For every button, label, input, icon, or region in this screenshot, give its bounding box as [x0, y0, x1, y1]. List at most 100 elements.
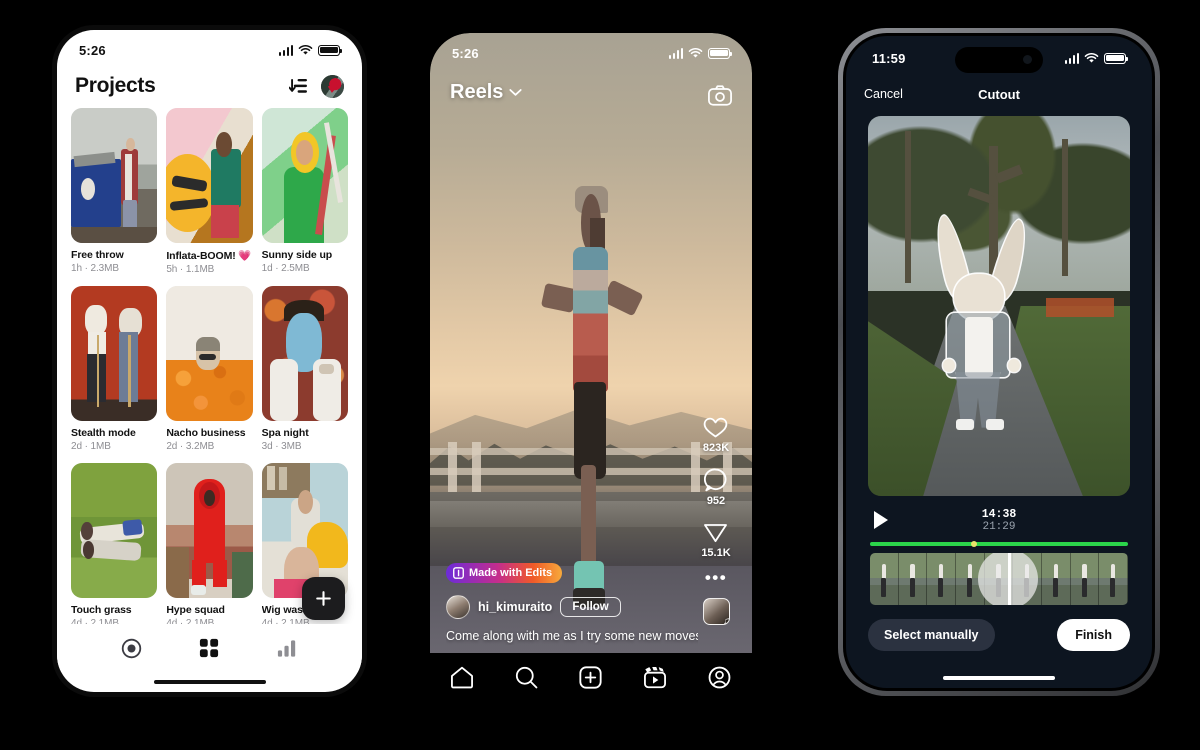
camera-button[interactable]	[708, 85, 732, 111]
status-badge[interactable]: Made with Edits	[446, 563, 563, 584]
project-meta: 1h · 2.3MB	[71, 263, 119, 274]
projects-grid: Free throw 1h · 2.3MB Inflata-BOOM! 💗 5h…	[57, 108, 362, 640]
record-circle-icon	[122, 638, 142, 658]
status-time: 5:26	[79, 42, 106, 58]
avatar[interactable]	[446, 595, 470, 620]
project-meta: 2d · 3.2MB	[166, 441, 215, 452]
project-meta: 3d · 3MB	[261, 441, 302, 452]
status-time: 11:59	[872, 50, 906, 66]
project-card[interactable]: Free throw 1h · 2.3MB	[71, 108, 158, 275]
sort-filter-icon[interactable]	[289, 78, 308, 95]
project-thumbnail[interactable]	[261, 108, 348, 243]
chevron-down-icon	[509, 89, 522, 96]
phone-cutout: 11:59 Cancel Cutout 14:38 21:29 Select m…	[838, 28, 1160, 696]
finish-button[interactable]: Finish	[1057, 619, 1130, 651]
reels-title-dropdown[interactable]: Reels	[450, 81, 522, 104]
instagram-tabbar	[430, 653, 752, 711]
comment-button[interactable]: 952	[704, 468, 728, 507]
project-thumbnail[interactable]	[71, 463, 158, 598]
project-name: Inflata-BOOM! 💗	[166, 250, 252, 262]
tab-profile[interactable]	[700, 662, 740, 692]
project-thumbnail[interactable]	[71, 108, 158, 243]
project-thumbnail[interactable]	[166, 463, 253, 598]
follow-button[interactable]: Follow	[560, 597, 621, 618]
project-thumbnail[interactable]	[71, 286, 158, 421]
dynamic-island	[955, 47, 1043, 73]
header-actions	[289, 74, 344, 98]
send-icon	[704, 524, 728, 543]
plus-icon	[316, 591, 331, 606]
timeline-filmstrip[interactable]	[870, 553, 1128, 605]
username[interactable]: hi_kimuraito	[478, 600, 552, 614]
projects-header: Projects	[57, 70, 362, 108]
profile-avatar[interactable]	[321, 74, 344, 98]
reel-info: Made with Edits hi_kimuraito Follow Come…	[446, 563, 698, 645]
project-thumbnail[interactable]	[166, 286, 253, 421]
total-time: 21:29	[982, 520, 1016, 533]
project-meta: 1d · 2.5MB	[261, 263, 310, 274]
tab-home[interactable]	[442, 662, 482, 692]
music-note-icon: ♫	[723, 616, 729, 624]
project-card[interactable]: Inflata-BOOM! 💗 5h · 1.1MB	[166, 108, 253, 275]
tab-search[interactable]	[507, 662, 547, 692]
project-name: Nacho business	[166, 427, 246, 439]
cellular-bars-icon	[668, 47, 683, 59]
tab-projects[interactable]	[191, 633, 227, 663]
tab-reels[interactable]	[635, 662, 675, 692]
phone-reels: 5:26 Reels 823K 952 15.1K ••• Made with …	[430, 33, 752, 711]
reels-screen: 5:26 Reels 823K 952 15.1K ••• Made with …	[430, 33, 752, 711]
home-indicator	[153, 679, 266, 684]
project-name: Hype squad	[166, 604, 225, 616]
progress-bar[interactable]	[870, 541, 1128, 547]
like-button[interactable]: 823K	[703, 416, 729, 454]
bunny-cutout-selection[interactable]	[930, 213, 1033, 430]
add-project-button[interactable]	[302, 577, 345, 620]
tab-create[interactable]	[571, 662, 611, 692]
time-readout: 14:38 21:29	[846, 508, 1152, 533]
project-name: Stealth mode	[71, 427, 136, 439]
cellular-bars-icon	[1064, 52, 1079, 64]
share-button[interactable]: 15.1K	[701, 521, 731, 559]
page-title: Projects	[75, 74, 156, 97]
more-dots-icon[interactable]: •••	[705, 569, 727, 586]
projects-tabbar	[57, 624, 362, 672]
project-card[interactable]: Spa night 3d · 3MB	[261, 286, 348, 452]
projects-screen: 5:26 Projects Free throw 1h · 2.3MB Infl…	[57, 30, 362, 692]
reel-action-rail: 823K 952 15.1K ••• ♫	[694, 416, 738, 625]
cutout-preview[interactable]	[868, 116, 1130, 496]
battery-icon	[1104, 52, 1129, 64]
page-title: Cutout	[978, 86, 1020, 102]
comment-count: 952	[706, 495, 726, 507]
tab-insights[interactable]	[269, 633, 305, 663]
audio-thumbnail[interactable]: ♫	[702, 598, 730, 625]
create-plus-icon	[579, 665, 603, 689]
account-circle-icon	[708, 666, 731, 688]
bar-chart-icon	[278, 639, 296, 657]
battery-icon	[708, 47, 733, 59]
project-thumbnail[interactable]	[166, 108, 253, 243]
project-meta: 2d · 1MB	[71, 441, 111, 452]
project-card[interactable]: Stealth mode 2d · 1MB	[71, 286, 158, 452]
status-bar: 5:26	[430, 33, 752, 73]
badge-label: Made with Edits	[469, 567, 553, 580]
project-card[interactable]: Nacho business 2d · 3.2MB	[166, 286, 253, 452]
share-count: 15.1K	[701, 547, 731, 559]
cellular-bars-icon	[278, 44, 293, 56]
project-meta: 5h · 1.1MB	[166, 264, 215, 275]
project-name: Spa night	[261, 427, 309, 439]
wifi-icon	[298, 44, 313, 55]
playhead[interactable]	[1008, 553, 1012, 605]
caption[interactable]: Come along with me as I try some new mov…	[446, 629, 698, 645]
status-indicators	[668, 47, 733, 59]
tab-record[interactable]	[114, 633, 150, 663]
project-card[interactable]: Hype squad 4d · 2.1MB	[166, 463, 253, 629]
heart-icon	[704, 417, 728, 438]
project-thumbnail[interactable]	[261, 286, 348, 421]
camera-icon	[708, 85, 732, 106]
project-card[interactable]: Touch grass 4d · 2.1MB	[71, 463, 158, 629]
project-name: Sunny side up	[261, 249, 333, 261]
project-card[interactable]: Sunny side up 1d · 2.5MB	[261, 108, 348, 275]
status-indicators	[1064, 52, 1129, 64]
select-manually-button[interactable]: Select manually	[868, 619, 995, 651]
cutout-screen: 11:59 Cancel Cutout 14:38 21:29 Select m…	[846, 36, 1152, 688]
